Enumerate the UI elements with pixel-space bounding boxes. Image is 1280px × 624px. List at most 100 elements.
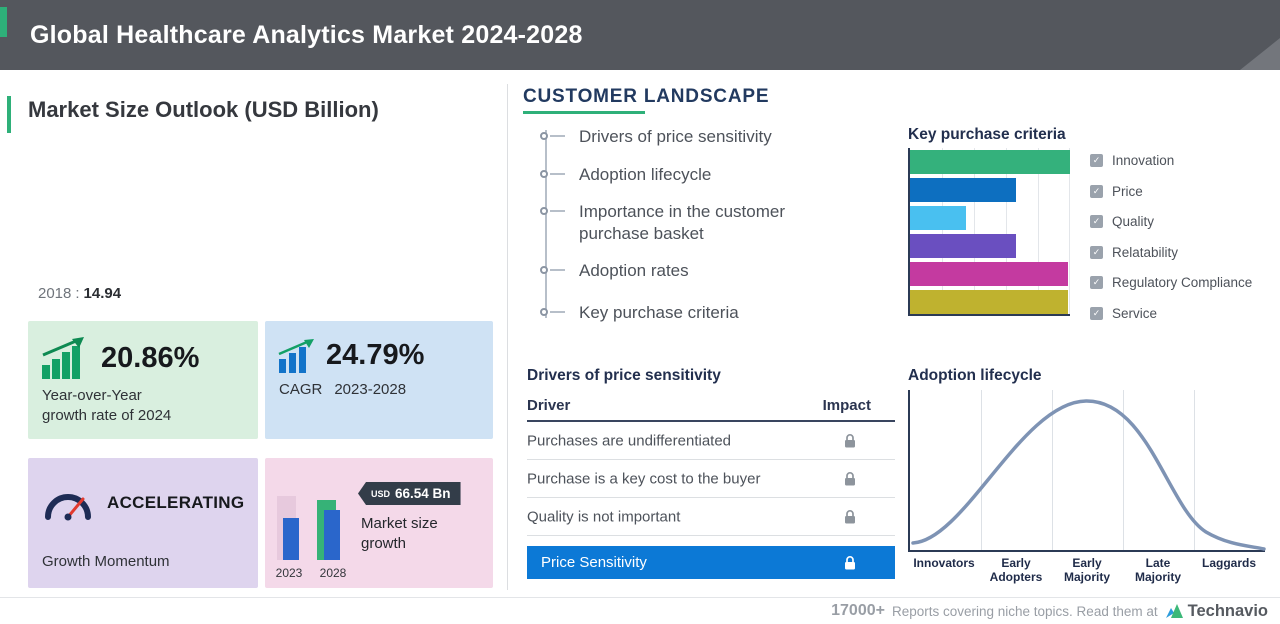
yoy-growth-desc: Year-over-Year growth rate of 2024 [28, 379, 258, 427]
timeline-item-adoption-rates: Adoption rates [579, 261, 689, 280]
bar-price [910, 178, 1016, 202]
growth-bars-icon [42, 337, 84, 379]
price-sensitivity-highlight-row: Price Sensitivity [527, 546, 895, 579]
yoy-desc-line1: Year-over-Year [42, 387, 142, 404]
base-year-value: 2018:14.94 [38, 285, 121, 302]
market-size-card: 2023 2028 USD 66.54 Bn Market size growt… [265, 458, 493, 588]
cagr-label: CAGR [279, 381, 323, 398]
legend-label: Service [1112, 305, 1158, 321]
cagr-period: 2023-2028 [334, 381, 407, 398]
bar-service [910, 290, 1069, 314]
column-header-driver: Driver [527, 397, 571, 414]
footer: 17000+ Reports covering niche topics. Re… [831, 600, 1268, 622]
checkbox-icon: ✓ [1090, 276, 1103, 289]
legend-item-regulatory-compliance: ✓ Regulatory Compliance [1090, 275, 1253, 290]
base-year-number: 14.94 [83, 285, 122, 302]
key-purchase-criteria-legend: ✓ Innovation ✓ Price ✓ Quality ✓ Relatab… [1090, 153, 1253, 337]
legend-item-service: ✓ Service [1090, 305, 1252, 321]
legend-label: Innovation [1112, 153, 1175, 168]
legend-label: Regulatory Compliance [1112, 275, 1253, 290]
market-size-desc: Market size growth [361, 514, 438, 555]
driver-label: Purchases are undifferentiated [527, 432, 732, 449]
price-sensitivity-label: Price Sensitivity [541, 554, 647, 571]
bell-curve [911, 399, 1266, 551]
timeline-node [540, 266, 548, 274]
growth-momentum-card: ACCELERATING Growth Momentum [28, 458, 258, 588]
timeline-tick [550, 311, 565, 313]
lock-icon [845, 433, 855, 447]
timeline-tick [550, 135, 565, 137]
driver-label: Purchase is a key cost to the buyer [527, 470, 761, 487]
cagr-desc: CAGR 2023-2028 [265, 373, 493, 400]
drivers-of-price-sensitivity-title: Drivers of price sensitivity [527, 367, 721, 384]
page-title: Global Healthcare Analytics Market 2024-… [30, 21, 583, 49]
lock-icon [845, 471, 855, 485]
badge-value: 66.54 Bn [395, 486, 451, 501]
bar-quality [910, 206, 966, 230]
report-count: 17000+ [831, 602, 885, 619]
footer-divider [0, 597, 1280, 598]
legend-label: Quality [1112, 214, 1155, 229]
adoption-label-late-majority: Late Majority [1134, 556, 1181, 585]
table-row: Quality is not important [527, 498, 895, 536]
adoption-label-early-adopters: Early Adopters [989, 556, 1043, 585]
badge-currency: USD [371, 488, 391, 499]
mini-chart-year-start: 2023 [275, 566, 303, 580]
section-accent-bar [7, 96, 11, 133]
timeline-node [540, 308, 548, 316]
key-purchase-criteria-title: Key purchase criteria [908, 126, 1066, 143]
size-desc-line1: Market size [361, 515, 438, 532]
base-year-label: 2018 [38, 285, 72, 302]
legend-item-quality: ✓ Quality [1090, 214, 1252, 229]
yoy-card-top: 20.86% [28, 321, 258, 379]
timeline-item-adoption-lifecycle: Adoption lifecycle [579, 165, 712, 184]
base-year-separator: : [75, 285, 80, 302]
momentum-label: Growth Momentum [42, 553, 170, 570]
legend-item-price: ✓ Price [1090, 184, 1252, 199]
customer-landscape-title: CUSTOMER LANDSCAPE [523, 86, 770, 107]
mini-chart-year-end: 2028 [319, 566, 347, 580]
bar-innovation [910, 150, 1070, 174]
technavio-logo[interactable]: Technavio [1165, 602, 1268, 621]
technavio-brand-text: Technavio [1187, 601, 1268, 620]
adoption-label-laggards: Laggards [1201, 556, 1256, 570]
bar-relatability [910, 234, 1016, 258]
adoption-lifecycle-title: Adoption lifecycle [908, 367, 1042, 384]
timeline-node [540, 207, 548, 215]
size-desc-line2: growth [361, 535, 407, 553]
cagr-value: 24.79% [326, 338, 425, 371]
vertical-divider [507, 84, 508, 590]
technavio-arrows-icon [1165, 604, 1183, 618]
timeline-tick [550, 210, 565, 212]
header-corner-decoration [1240, 38, 1280, 70]
table-row: Purchases are undifferentiated [527, 422, 895, 460]
drivers-table: Driver Impact Purchases are undifferenti… [527, 395, 895, 579]
header: Global Healthcare Analytics Market 2024-… [0, 0, 1280, 70]
checkbox-icon: ✓ [1090, 184, 1103, 198]
timeline-line [545, 130, 547, 318]
checkbox-icon: ✓ [1090, 245, 1103, 259]
lock-icon [845, 509, 855, 523]
timeline-node [540, 170, 548, 178]
momentum-value: ACCELERATING [107, 492, 245, 512]
timeline-tick [550, 269, 565, 271]
timeline-item-purchase-basket: Importance in the customer purchase bask… [579, 202, 785, 244]
market-size-mini-chart: 2023 2028 [273, 476, 363, 580]
drivers-table-header: Driver Impact [527, 395, 895, 422]
checkbox-icon: ✓ [1090, 306, 1103, 320]
market-size-outlook-title: Market Size Outlook (USD Billion) [28, 97, 379, 122]
footer-text: Reports covering niche topics. Read them… [891, 603, 1158, 619]
adoption-lifecycle-chart [908, 390, 1266, 552]
lock-icon [845, 555, 855, 569]
timeline-item-price-sensitivity: Drivers of price sensitivity [579, 127, 772, 146]
momentum-card-top: ACCELERATING [28, 458, 258, 521]
bar-regulatory-compliance [910, 262, 1069, 286]
speedometer-icon [45, 494, 91, 521]
key-purchase-criteria-chart [908, 148, 1070, 316]
customer-landscape-underline [523, 111, 645, 114]
infographic-root: Global Healthcare Analytics Market 2024-… [0, 0, 1280, 624]
driver-label: Quality is not important [527, 508, 681, 525]
table-row: Purchase is a key cost to the buyer [527, 460, 895, 498]
legend-item-innovation: ✓ Innovation [1090, 153, 1252, 168]
adoption-label-early-majority: Early Majority [1063, 556, 1110, 585]
